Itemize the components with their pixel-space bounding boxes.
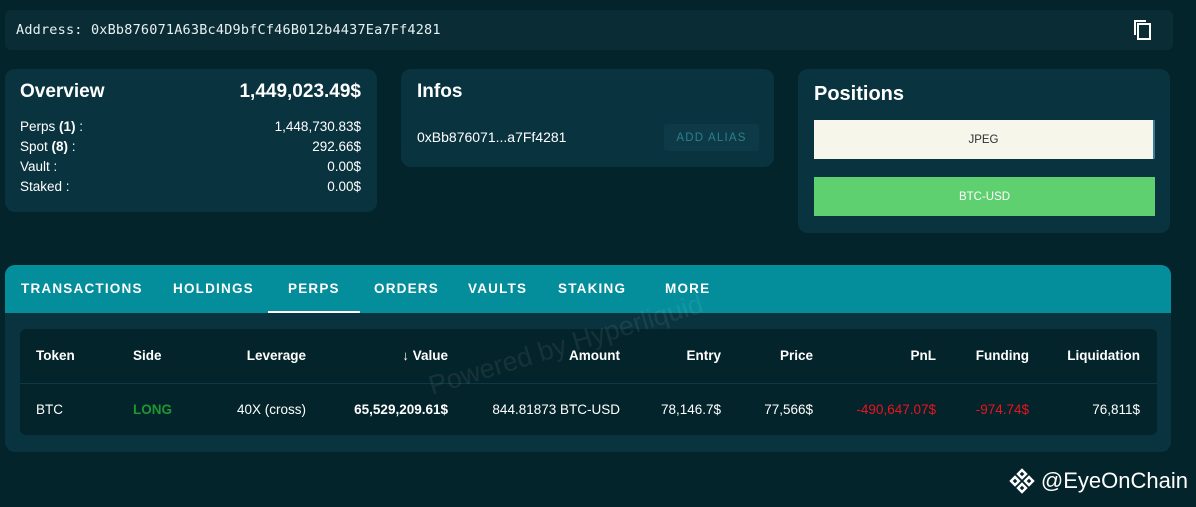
header-entry[interactable]: Entry — [686, 348, 721, 363]
cell-pnl: -490,647.07$ — [856, 402, 936, 417]
overview-row-staked: Staked : 0.00$ — [20, 177, 361, 197]
overview-row-perps: Perps (1) : 1,448,730.83$ — [20, 117, 361, 137]
overview-value: 1,448,730.83$ — [274, 119, 361, 134]
overview-value: 0.00$ — [327, 179, 361, 194]
header-side[interactable]: Side — [133, 348, 162, 363]
tab-perps[interactable]: PERPS — [268, 265, 360, 313]
overview-value: 0.00$ — [327, 159, 361, 174]
overview-value: 292.66$ — [312, 139, 361, 154]
add-alias-button[interactable]: ADD ALIAS — [664, 124, 759, 151]
position-jpeg-button[interactable]: JPEG — [814, 120, 1155, 159]
credit-handle: @EyeOnChain — [1040, 468, 1188, 493]
cell-side: LONG — [133, 402, 172, 417]
tabs-panel: TRANSACTIONS HOLDINGS PERPS ORDERS VAULT… — [5, 265, 1171, 452]
address-bar: Address: 0xBb876071A63Bc4D9bfCf46B012b44… — [5, 10, 1173, 50]
perps-table: Token Side Leverage ↓ Value Amount Entry… — [20, 329, 1157, 435]
tab-holdings[interactable]: HOLDINGS — [173, 265, 254, 313]
header-leverage[interactable]: Leverage — [247, 348, 306, 363]
tab-orders[interactable]: ORDERS — [374, 265, 439, 313]
header-price[interactable]: Price — [780, 348, 813, 363]
cell-funding: -974.74$ — [975, 402, 1029, 417]
overview-title: Overview — [20, 81, 105, 102]
tab-transactions[interactable]: TRANSACTIONS — [21, 265, 143, 313]
cell-liquidation: 76,811$ — [1092, 402, 1140, 417]
tab-staking[interactable]: STAKING — [558, 265, 626, 313]
header-pnl[interactable]: PnL — [911, 348, 937, 363]
infos-card: Infos 0xBb876071...a7Ff4281 ADD ALIAS — [401, 69, 774, 167]
exchange-logo-icon — [1009, 468, 1035, 494]
overview-rows: Perps (1) : 1,448,730.83$ Spot (8) : 292… — [20, 117, 361, 197]
table-header: Token Side Leverage ↓ Value Amount Entry… — [20, 329, 1157, 384]
copy-icon[interactable] — [1131, 18, 1155, 42]
tab-vaults[interactable]: VAULTS — [468, 265, 527, 313]
cell-leverage: 40X (cross) — [236, 402, 306, 417]
positions-title: Positions — [814, 83, 905, 105]
cell-token: BTC — [36, 402, 63, 417]
header-value[interactable]: ↓ Value — [402, 348, 448, 363]
cell-entry: 78,146.7$ — [660, 402, 721, 417]
header-funding[interactable]: Funding — [976, 348, 1029, 363]
short-address: 0xBb876071...a7Ff4281 — [417, 129, 567, 145]
wallet-address: 0xBb876071A63Bc4D9bfCf46B012b4437Ea7Ff42… — [90, 22, 441, 38]
address-text: Address: 0xBb876071A63Bc4D9bfCf46B012b44… — [16, 22, 441, 38]
header-amount[interactable]: Amount — [569, 348, 620, 363]
overview-row-vault: Vault : 0.00$ — [20, 157, 361, 177]
position-btc-usd-button[interactable]: BTC-USD — [814, 177, 1155, 216]
header-liquidation[interactable]: Liquidation — [1067, 348, 1140, 363]
tab-more[interactable]: MORE — [665, 265, 710, 313]
tab-bar: TRANSACTIONS HOLDINGS PERPS ORDERS VAULT… — [5, 265, 1171, 313]
cell-price: 77,566$ — [764, 402, 813, 417]
cell-amount: 844.81873 BTC-USD — [492, 402, 620, 417]
credit: @EyeOnChain — [1009, 468, 1188, 494]
header-token[interactable]: Token — [36, 348, 75, 363]
sort-down-icon: ↓ — [402, 348, 409, 363]
table-row[interactable]: BTC LONG 40X (cross) 65,529,209.61$ 844.… — [20, 384, 1157, 435]
positions-card: Positions JPEG BTC-USD — [798, 69, 1170, 233]
infos-title: Infos — [417, 81, 463, 102]
overview-row-spot: Spot (8) : 292.66$ — [20, 137, 361, 157]
overview-card: Overview 1,449,023.49$ Perps (1) : 1,448… — [5, 69, 377, 212]
cell-value: 65,529,209.61$ — [354, 402, 448, 417]
overview-total: 1,449,023.49$ — [239, 81, 361, 102]
